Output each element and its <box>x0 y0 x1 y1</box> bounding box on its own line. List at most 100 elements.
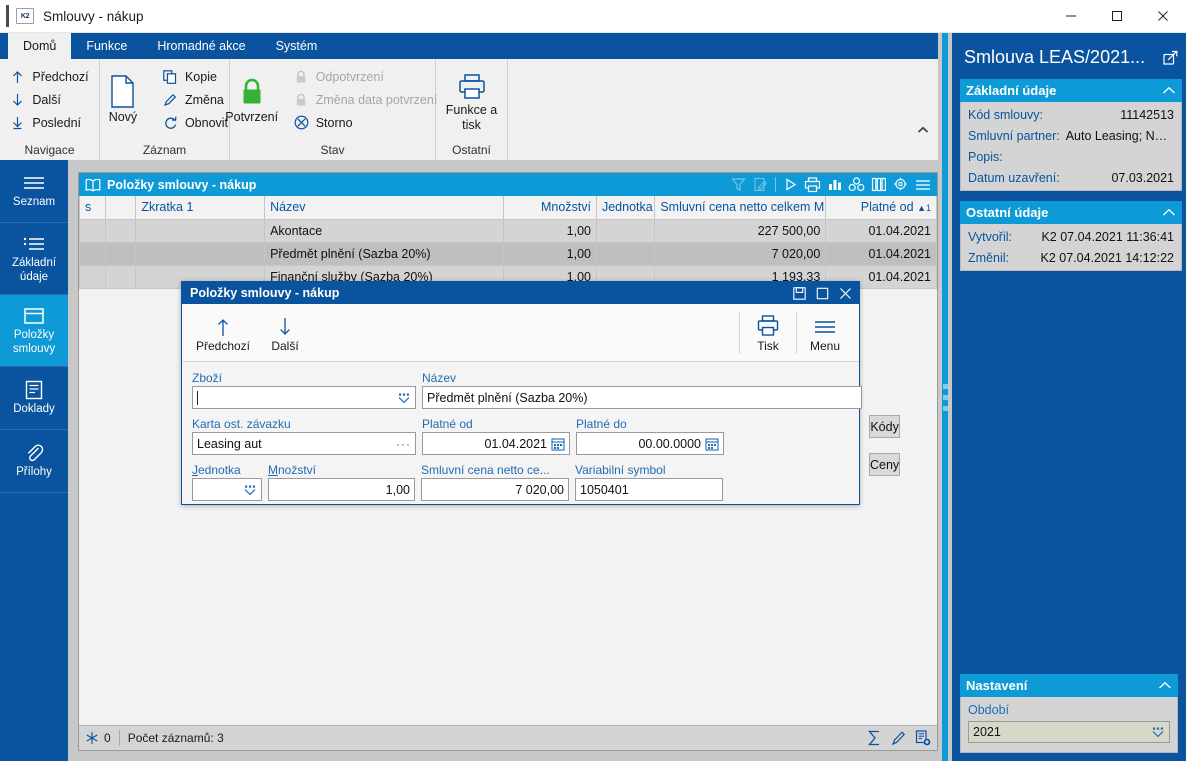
chevron-up-icon[interactable] <box>1162 86 1176 95</box>
dialog-command-tisk[interactable]: Tisk <box>744 313 792 353</box>
section-header[interactable]: Nastavení <box>960 674 1178 697</box>
panel-splitter[interactable] <box>938 33 952 761</box>
arrow-down-icon <box>10 92 25 107</box>
items-table: s Zkratka 1 Název Množství Jednotka Smlu… <box>78 196 937 289</box>
ribbon-command-predchozi[interactable]: Předchozí <box>7 67 91 87</box>
dialog-command-predchozi[interactable]: Předchozí <box>192 313 254 353</box>
col-jednotka[interactable]: Jednotka <box>595 196 656 220</box>
print-icon[interactable] <box>802 174 823 195</box>
section-header[interactable]: Základní údaje <box>960 79 1182 102</box>
col-zkratka-1[interactable]: Zkratka 1 <box>135 196 266 220</box>
splitter-grip[interactable] <box>942 383 948 411</box>
mnozstvi-input[interactable]: 1,00 <box>268 478 415 501</box>
save-icon[interactable] <box>788 282 811 304</box>
calendar-icon[interactable] <box>551 437 565 451</box>
bullet-list-icon <box>23 233 45 255</box>
ribbon-command-posledni[interactable]: Poslední <box>7 113 91 133</box>
ceny-button[interactable]: Ceny <box>869 453 901 476</box>
info-panel-title: Smlouva LEAS/2021... <box>964 46 1146 67</box>
printer-icon <box>457 67 487 101</box>
copy-row-icon[interactable] <box>915 730 931 746</box>
menu-icon[interactable] <box>912 174 933 195</box>
ribbon-command-dalsi[interactable]: Další <box>7 90 91 110</box>
info-value: 07.03.2021 <box>1111 170 1174 185</box>
ribbon-command-potvrzeni[interactable]: Potvrzení <box>219 72 285 126</box>
ribbon: Domů Funkce Hromadné akce Systém Předcho… <box>0 33 938 160</box>
calendar-icon[interactable] <box>705 437 719 451</box>
col-blank[interactable] <box>105 196 137 220</box>
tab-hromadne-akce[interactable]: Hromadné akce <box>142 33 260 59</box>
chevron-up-icon[interactable] <box>1162 208 1176 217</box>
table-row[interactable]: Akontace 1,00 227 500,00 01.04.2021 <box>78 218 937 243</box>
close-button[interactable] <box>1140 0 1186 33</box>
group-icon[interactable] <box>846 174 867 195</box>
jednotka-input[interactable] <box>192 478 262 501</box>
play-icon[interactable] <box>780 174 801 195</box>
dropdown-icon[interactable] <box>243 483 257 497</box>
toolbar-separator <box>739 311 740 354</box>
cell-nazev: Akontace <box>264 218 505 243</box>
col-platne-od[interactable]: Platné od ▲1 <box>825 196 937 220</box>
ribbon-command-novy[interactable]: Nový <box>92 72 154 126</box>
dropdown-icon[interactable] <box>1151 725 1165 739</box>
close-icon[interactable] <box>834 282 857 304</box>
sidebar-item-doklady[interactable]: Doklady <box>0 367 68 430</box>
field-value: 01.04.2021 <box>484 436 547 451</box>
dialog-command-menu[interactable]: Menu <box>801 313 849 353</box>
cell-s <box>78 241 107 266</box>
columns-icon[interactable] <box>868 174 889 195</box>
col-smluvni-cena[interactable]: Smluvní cena netto celkem M <box>654 196 827 220</box>
table-row[interactable]: Předmět plnění (Sazba 20%) 1,00 7 020,00… <box>78 241 937 266</box>
info-row: Popis: <box>961 146 1181 167</box>
edit-filter-icon[interactable] <box>750 174 771 195</box>
obdobi-input[interactable]: 2021 <box>968 721 1170 743</box>
sidebar-item-prilohy[interactable]: Přílohy <box>0 430 68 493</box>
sidebar-item-seznam[interactable]: Seznam <box>0 160 68 223</box>
pencil-icon[interactable] <box>891 730 906 746</box>
grid-title: Položky smlouvy - nákup <box>107 177 257 192</box>
external-link-icon[interactable] <box>1163 50 1178 65</box>
ribbon-command-storno[interactable]: Storno <box>291 113 441 133</box>
minimize-button[interactable] <box>1048 0 1094 33</box>
filter-icon[interactable] <box>728 174 749 195</box>
tab-system[interactable]: Systém <box>261 33 333 59</box>
ribbon-command-odpotvrzeni[interactable]: Odpotvrzení <box>291 67 441 87</box>
karta-input[interactable]: Leasing aut ··· <box>192 432 416 455</box>
info-value: K2 07.04.2021 11:36:41 <box>1041 229 1174 244</box>
ellipsis-icon[interactable]: ··· <box>396 437 411 451</box>
dialog-command-label: Menu <box>809 338 841 353</box>
col-nazev[interactable]: Název <box>264 196 505 220</box>
tab-domu[interactable]: Domů <box>8 33 72 59</box>
zbozi-input[interactable] <box>192 386 416 409</box>
sum-icon[interactable] <box>867 730 882 746</box>
sidebar-item-zakladni-udaje[interactable]: Základní údaje <box>0 223 68 295</box>
title-accent <box>6 5 9 27</box>
platne-od-input[interactable]: 01.04.2021 <box>422 432 570 455</box>
col-s[interactable]: s <box>78 196 107 220</box>
variabilni-symbol-input[interactable]: 1050401 <box>575 478 723 501</box>
dropdown-icon[interactable] <box>397 391 411 405</box>
ribbon-command-zmena-data-potvrzeni[interactable]: Změna data potvrzení <box>291 90 441 110</box>
tab-funkce[interactable]: Funkce <box>71 33 142 59</box>
kody-button[interactable]: Kódy <box>869 415 901 438</box>
nazev-input[interactable]: Předmět plnění (Sazba 20%) <box>422 386 862 409</box>
chart-icon[interactable] <box>824 174 845 195</box>
dialog-title-bar[interactable]: Položky smlouvy - nákup <box>182 282 859 304</box>
platne-do-input[interactable]: 00.00.0000 <box>576 432 724 455</box>
maximize-button[interactable] <box>1094 0 1140 33</box>
col-mnozstvi[interactable]: Množství <box>503 196 597 220</box>
dialog-command-dalsi[interactable]: Další <box>254 313 316 353</box>
section-title: Základní údaje <box>966 83 1057 98</box>
chevron-up-icon[interactable] <box>1158 681 1172 690</box>
sidebar-item-polozky-smlouvy[interactable]: Položky smlouvy <box>0 295 68 367</box>
info-value: K2 07.04.2021 14:12:22 <box>1040 250 1174 265</box>
smluvni-cena-input[interactable]: 7 020,00 <box>421 478 569 501</box>
settings-icon[interactable] <box>890 174 911 195</box>
new-document-icon <box>109 74 136 109</box>
info-value: 11142513 <box>1120 107 1174 122</box>
toolbar-separator <box>796 311 797 354</box>
restore-icon[interactable] <box>811 282 834 304</box>
ribbon-collapse-button[interactable] <box>914 122 932 138</box>
section-header[interactable]: Ostatní údaje <box>960 201 1182 224</box>
ribbon-command-funkce-a-tisk[interactable]: Funkce a tisk <box>441 65 503 134</box>
